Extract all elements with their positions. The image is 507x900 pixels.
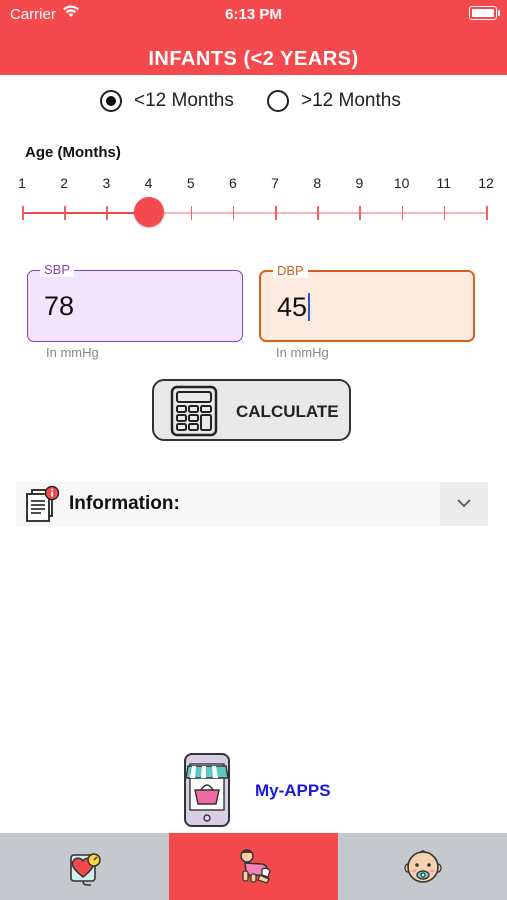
- age-tick-label: 12: [478, 175, 494, 191]
- radio-label: >12 Months: [301, 90, 401, 111]
- slider-tick: [22, 206, 24, 220]
- my-apps-button[interactable]: My-APPS: [180, 752, 350, 830]
- sbp-field[interactable]: SBP 78: [27, 262, 243, 342]
- chevron-down-icon: [457, 499, 471, 508]
- slider-tick: [275, 206, 277, 220]
- age-slider[interactable]: [22, 197, 488, 227]
- phone-store-icon: [184, 753, 230, 827]
- dbp-input-value: 45: [277, 292, 311, 323]
- calculate-button[interactable]: CALCULATE: [152, 379, 351, 441]
- text-cursor: [308, 293, 311, 321]
- slider-tick: [232, 206, 235, 220]
- radio-label: <12 Months: [134, 90, 234, 111]
- age-tick-label: 10: [393, 175, 410, 191]
- age-tick-label: 8: [313, 175, 322, 191]
- slider-tick: [106, 206, 108, 220]
- dbp-field[interactable]: DBP 45: [259, 263, 475, 342]
- age-tick-label: 4: [144, 175, 153, 191]
- age-tick-label: 5: [186, 175, 195, 191]
- radio-selected-icon: [100, 90, 122, 112]
- information-accordion[interactable]: Information:: [16, 482, 488, 526]
- radio-under-12-months[interactable]: <12 Months: [100, 90, 234, 112]
- sbp-value: 78: [44, 291, 75, 321]
- header-bar: Carrier 6:13 PM INFANTS (<2 YEARS): [0, 0, 507, 75]
- slider-tick: [64, 206, 66, 220]
- slider-tick: [401, 206, 404, 220]
- slider-tick: [190, 206, 193, 220]
- crawling-baby-icon: [239, 848, 271, 884]
- page-title: INFANTS (<2 YEARS): [148, 48, 359, 70]
- age-group-selector: <12 Months >12 Months: [0, 90, 507, 120]
- sbp-label: SBP: [40, 262, 75, 277]
- slider-tick: [317, 206, 319, 220]
- expand-toggle[interactable]: [440, 482, 488, 526]
- calculator-icon: [170, 385, 218, 437]
- dbp-value: 45: [277, 292, 308, 322]
- battery-icon: [469, 6, 500, 20]
- age-tick-label: 9: [355, 175, 364, 191]
- baby-face-icon: [403, 849, 442, 883]
- age-tick-labels: 1 2 3 4 5 6 7 8 9 10 11 12: [0, 175, 507, 195]
- age-tick-label: 7: [271, 175, 279, 191]
- slider-tick: [359, 206, 361, 220]
- age-slider-label: Age (Months): [25, 144, 121, 161]
- age-tick-label: 1: [18, 175, 26, 191]
- my-apps-label: My-APPS: [255, 781, 331, 800]
- radio-unselected-icon: [267, 90, 289, 112]
- sbp-helper-text: In mmHg: [46, 345, 99, 360]
- age-tick-label: 2: [60, 175, 69, 191]
- status-bar: Carrier 6:13 PM: [0, 0, 507, 28]
- slider-tick: [443, 206, 446, 220]
- tab-blood-pressure[interactable]: [0, 833, 169, 900]
- radio-over-12-months[interactable]: >12 Months: [267, 90, 401, 112]
- tab-bar: [0, 833, 507, 900]
- slider-fill: [22, 212, 149, 214]
- tab-baby[interactable]: [338, 833, 507, 900]
- dbp-label: DBP: [273, 263, 308, 278]
- document-info-icon: [26, 485, 60, 522]
- calculate-label: CALCULATE: [236, 402, 339, 421]
- tab-infants[interactable]: [169, 833, 338, 900]
- clock-label: 6:13 PM: [225, 6, 282, 23]
- age-tick-label: 6: [229, 175, 237, 191]
- slider-tick: [486, 206, 488, 220]
- information-label: Information:: [69, 493, 180, 514]
- age-tick-label: 3: [102, 175, 111, 191]
- heart-pressure-icon: [69, 852, 101, 886]
- dbp-helper-text: In mmHg: [276, 345, 329, 360]
- slider-thumb[interactable]: [133, 197, 164, 227]
- age-tick-label: 11: [436, 175, 452, 191]
